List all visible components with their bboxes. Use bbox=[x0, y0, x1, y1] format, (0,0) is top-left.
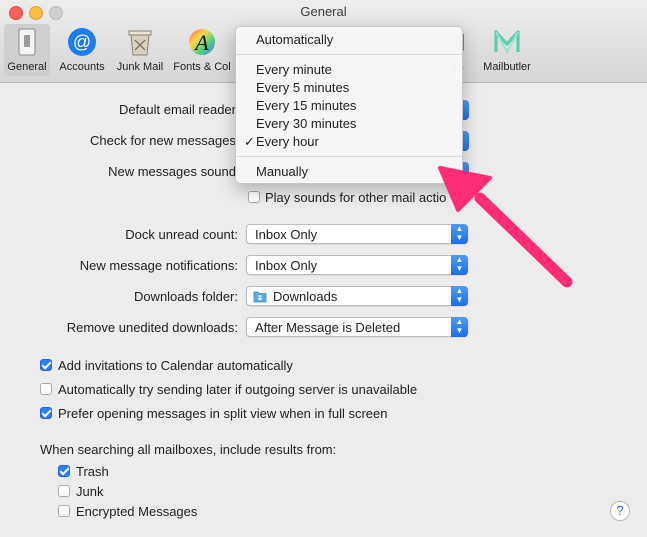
annotation-arrow-icon bbox=[438, 166, 573, 288]
mail-preferences-window: General General @ Accounts Junk Mail A F… bbox=[0, 0, 647, 537]
